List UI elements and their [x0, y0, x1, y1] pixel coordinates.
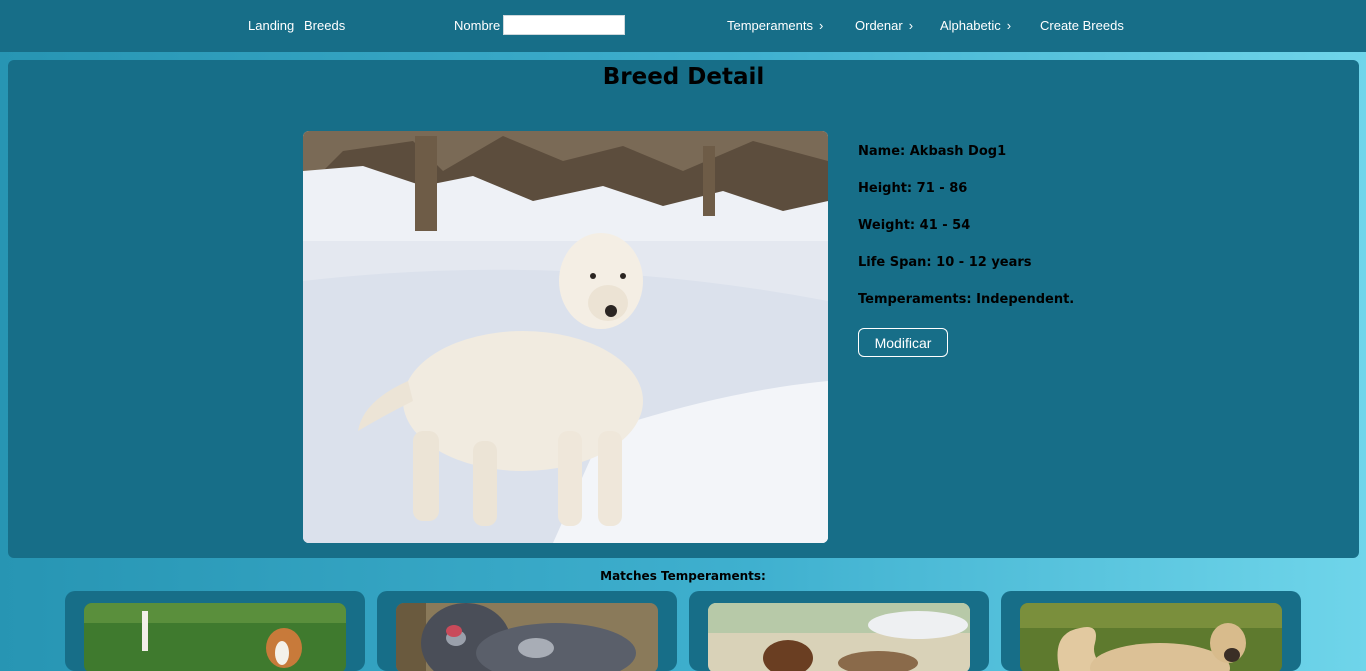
match-card[interactable] [65, 591, 365, 671]
nav-link-landing[interactable]: Landing [248, 18, 294, 33]
nav-temperaments-label: Temperaments [727, 18, 813, 33]
breed-height: Height: 71 - 86 [858, 181, 968, 196]
match-card-image [396, 603, 658, 671]
breed-photo-illustration [303, 131, 828, 543]
nav-link-breeds[interactable]: Breeds [304, 18, 345, 33]
breed-info: Name: Akbash Dog1 Height: 71 - 86 Weight… [858, 144, 1074, 329]
chevron-right-icon: › [818, 18, 824, 33]
top-navbar: Landing Breeds Nombre Temperaments › Orde… [0, 0, 1366, 52]
page-title: Breed Detail [602, 64, 765, 90]
matches-heading: Matches Temperaments: [600, 569, 766, 583]
breed-name: Name: Akbash Dog1 [858, 144, 1007, 159]
chevron-right-icon: › [1006, 18, 1012, 33]
breed-temperaments: Temperaments: Independent. [858, 292, 1075, 307]
nav-ordenar-label: Ordenar [855, 18, 903, 33]
search-input[interactable] [503, 15, 625, 35]
match-card-image [1020, 603, 1282, 671]
breed-weight: Weight: 41 - 54 [858, 218, 971, 233]
match-card-image [708, 603, 970, 671]
match-card-image [84, 603, 346, 671]
nav-dropdown-alphabetic[interactable]: Alphabetic › [940, 18, 1011, 33]
nav-dropdown-ordenar[interactable]: Ordenar › [855, 18, 913, 33]
breed-life-span: Life Span: 10 - 12 years [858, 255, 1032, 270]
breed-photo [303, 131, 828, 543]
match-card[interactable] [1001, 591, 1301, 671]
search-label: Nombre [454, 18, 501, 33]
nav-alphabetic-label: Alphabetic [940, 18, 1001, 33]
breed-detail-panel: Breed Detail Name: Akbash Dog1 Height: 7… [8, 60, 1359, 558]
match-card[interactable] [689, 591, 989, 671]
match-card[interactable] [377, 591, 677, 671]
nav-link-create-breeds[interactable]: Create Breeds [1040, 18, 1124, 33]
nav-dropdown-temperaments[interactable]: Temperaments › [727, 18, 823, 33]
modify-button[interactable]: Modificar [858, 328, 948, 357]
chevron-right-icon: › [908, 18, 914, 33]
